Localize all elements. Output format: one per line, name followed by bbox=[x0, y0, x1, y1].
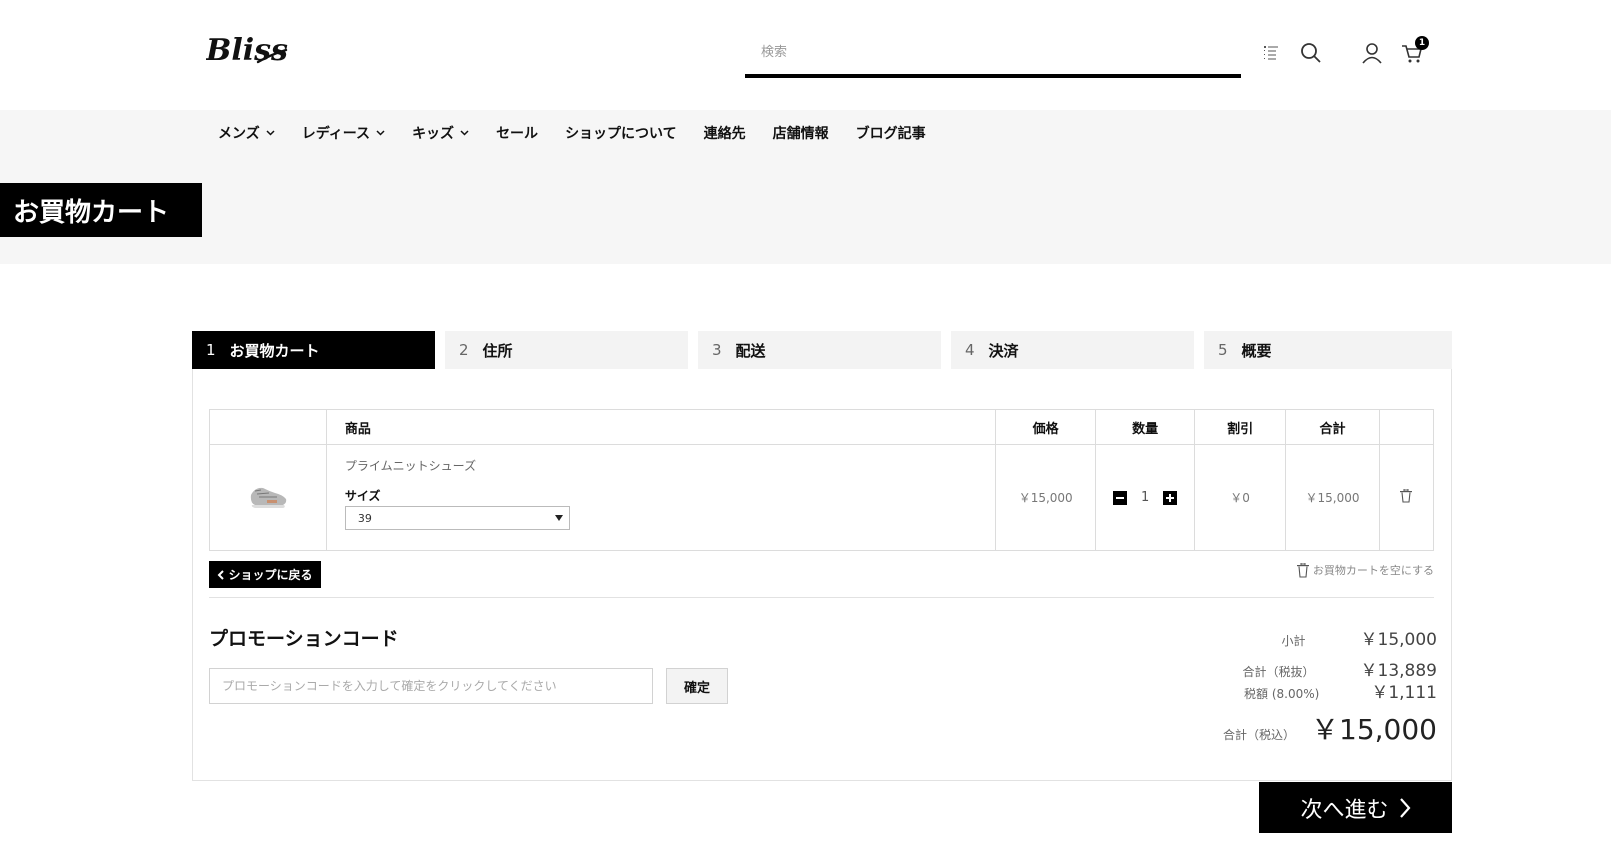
line-total-cell: ￥15,000 bbox=[1285, 444, 1380, 551]
grand-total-value: ￥15,000 bbox=[1311, 713, 1437, 746]
quantity-cell: 1 bbox=[1095, 444, 1196, 551]
cart-table: 商品 価格 数量 割引 合計 プライムニットシューズ サイズ 39 ￥15,00… bbox=[209, 409, 1435, 551]
next-step-button[interactable]: 次へ進む bbox=[1259, 782, 1452, 833]
nav-item-stores[interactable]: 店舗情報 bbox=[773, 123, 829, 143]
user-icon[interactable] bbox=[1359, 40, 1385, 66]
step-cart[interactable]: 1 お買物カート bbox=[192, 331, 435, 369]
logo-icon: Bliss bbox=[205, 33, 288, 68]
step-separator bbox=[688, 331, 698, 369]
step-separator bbox=[1194, 331, 1204, 369]
subtotal-row: 小計 ￥15,000 bbox=[1282, 625, 1438, 650]
discount-cell: ￥0 bbox=[1194, 444, 1287, 551]
nav-item-blog[interactable]: ブログ記事 bbox=[856, 123, 926, 143]
tax-label: 税額 (8.00%) bbox=[1244, 687, 1320, 701]
col-product: 商品 bbox=[325, 409, 997, 445]
step-payment[interactable]: 4 決済 bbox=[951, 331, 1194, 369]
increment-button[interactable] bbox=[1163, 490, 1178, 505]
step-separator bbox=[435, 331, 445, 369]
product-name[interactable]: プライムニットシューズ bbox=[345, 457, 476, 474]
cart-icon[interactable]: 1 bbox=[1399, 36, 1429, 66]
minus-icon bbox=[1115, 496, 1124, 499]
main-nav: メンズ レディース キッズ セール ショップについて 連絡先 店舗情報 ブログ記… bbox=[0, 110, 1611, 156]
size-label: サイズ bbox=[344, 489, 381, 503]
col-remove bbox=[1378, 409, 1435, 445]
col-discount: 割引 bbox=[1194, 409, 1287, 445]
chevron-down-icon bbox=[376, 130, 385, 136]
chevron-down-icon bbox=[266, 130, 275, 136]
step-address[interactable]: 2 住所 bbox=[445, 331, 688, 369]
chevron-left-icon bbox=[218, 569, 225, 580]
step-summary[interactable]: 5 概要 bbox=[1204, 331, 1452, 369]
svg-text:Bliss: Bliss bbox=[206, 33, 288, 68]
decrement-button[interactable] bbox=[1112, 490, 1127, 505]
nav-item-sale[interactable]: セール bbox=[496, 123, 538, 143]
nav-item-ladies[interactable]: レディース bbox=[302, 123, 385, 143]
price-cell: ￥15,000 bbox=[995, 444, 1097, 551]
cart-count-badge: 1 bbox=[1415, 36, 1429, 50]
col-quantity: 数量 bbox=[1095, 409, 1196, 445]
product-thumbnail-cell bbox=[209, 444, 327, 551]
tax-value: ￥1,111 bbox=[1371, 683, 1437, 703]
search-icon[interactable] bbox=[1298, 40, 1324, 66]
subtotal-label: 小計 bbox=[1281, 634, 1306, 648]
subtotal-value: ￥15,000 bbox=[1360, 630, 1437, 650]
chevron-down-icon bbox=[460, 130, 469, 136]
search-input[interactable] bbox=[745, 32, 1241, 72]
promo-title: プロモーションコード bbox=[209, 628, 399, 650]
clear-cart-link[interactable]: お買物カートを空にする bbox=[1296, 562, 1434, 578]
table-row: プライムニットシューズ サイズ 39 ￥15,000 1 ￥0 ￥15,000 bbox=[209, 444, 1435, 551]
grand-total-row: 合計（税込） ￥15,000 bbox=[1223, 708, 1437, 748]
site-header: Bliss 1 bbox=[0, 0, 1611, 110]
table-header-row: 商品 価格 数量 割引 合計 bbox=[209, 409, 1435, 445]
grand-total-label: 合計（税込） bbox=[1223, 728, 1296, 742]
quantity-value[interactable]: 1 bbox=[1141, 490, 1149, 505]
col-total: 合計 bbox=[1285, 409, 1380, 445]
step-separator bbox=[941, 331, 951, 369]
plus-icon bbox=[1166, 493, 1175, 502]
back-to-shop-button[interactable]: ショップに戻る bbox=[209, 561, 321, 588]
nav-item-kids[interactable]: キッズ bbox=[412, 123, 469, 143]
page-title: お買物カート bbox=[0, 183, 202, 237]
promo-apply-button[interactable]: 確定 bbox=[666, 668, 728, 704]
title-band: お買物カート bbox=[0, 156, 1611, 264]
checkout-steps: 1 お買物カート 2 住所 3 配送 4 決済 5 概要 bbox=[192, 331, 1452, 369]
chevron-right-icon bbox=[1399, 797, 1410, 818]
quantity-stepper: 1 bbox=[1096, 490, 1194, 505]
nav-list: メンズ レディース キッズ セール ショップについて 連絡先 店舗情報 ブログ記… bbox=[218, 110, 953, 156]
size-select[interactable]: 39 bbox=[344, 506, 570, 530]
col-image bbox=[209, 409, 327, 445]
section-divider bbox=[209, 597, 1434, 598]
col-price: 価格 bbox=[995, 409, 1097, 445]
promo-code-input[interactable] bbox=[209, 668, 653, 704]
list-icon[interactable] bbox=[1258, 40, 1284, 66]
trash-icon[interactable] bbox=[1400, 488, 1413, 503]
product-info-cell: プライムニットシューズ サイズ 39 bbox=[325, 444, 997, 551]
nav-item-contact[interactable]: 連絡先 bbox=[704, 123, 746, 143]
brand-logo[interactable]: Bliss bbox=[205, 28, 288, 70]
product-thumbnail[interactable] bbox=[247, 481, 289, 511]
tax-row: 税額 (8.00%) ￥1,111 bbox=[1244, 678, 1437, 703]
caret-down-icon bbox=[554, 515, 563, 521]
nav-item-about[interactable]: ショップについて bbox=[565, 123, 677, 143]
nav-item-mens[interactable]: メンズ bbox=[218, 123, 275, 143]
search-bar bbox=[745, 32, 1241, 78]
trash-icon bbox=[1296, 562, 1309, 578]
remove-cell bbox=[1378, 444, 1435, 551]
step-shipping[interactable]: 3 配送 bbox=[698, 331, 941, 369]
